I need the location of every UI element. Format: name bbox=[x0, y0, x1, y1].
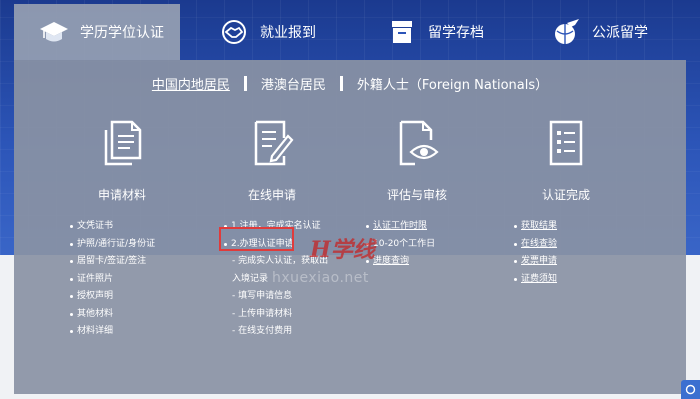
chat-icon bbox=[685, 384, 696, 395]
list-item: 证件照片 bbox=[70, 271, 155, 289]
progress-query-link[interactable]: 进度查询 bbox=[366, 253, 435, 271]
fee-notice-link[interactable]: 证费须知 bbox=[514, 271, 557, 289]
floating-service-button[interactable] bbox=[681, 380, 700, 399]
materials-list: 文凭证书 护照/通行证/身份证 居留卡/签证/签注 证件照片 授权声明 其他材料… bbox=[70, 218, 155, 341]
watermark-url: hxuexiao.net bbox=[272, 270, 369, 286]
online-verify-link[interactable]: 在线查验 bbox=[514, 236, 557, 254]
top-navigation: 学历学位认证 就业报到 留学存档 公派留学 bbox=[0, 0, 700, 60]
verification-panel: 中国内地居民 港澳台居民 外籍人士（Foreign Nationals） 申请材… bbox=[14, 60, 686, 394]
checklist-icon bbox=[549, 120, 583, 166]
get-result-link[interactable]: 获取结果 bbox=[514, 218, 557, 236]
residency-option-mainland[interactable]: 中国内地居民 bbox=[152, 74, 230, 93]
archive-box-icon bbox=[386, 18, 418, 46]
complete-list: 获取结果 在线查验 发票申请 证费须知 bbox=[514, 218, 557, 288]
tab-employment-report[interactable]: 就业报到 bbox=[218, 4, 338, 60]
review-list: 认证工作时限 10-20个工作日 进度查询 bbox=[366, 218, 435, 271]
list-item: - 填写申请信息 bbox=[232, 291, 293, 301]
list-item: 护照/通行证/身份证 bbox=[70, 236, 155, 254]
tab-label: 就业报到 bbox=[260, 25, 316, 41]
tab-label: 留学存档 bbox=[428, 25, 484, 41]
handshake-icon bbox=[218, 18, 250, 46]
step-label: 认证完成 bbox=[541, 188, 590, 202]
list-item: 授权声明 bbox=[70, 288, 155, 306]
tab-label: 公派留学 bbox=[592, 25, 648, 41]
document-eye-icon bbox=[399, 120, 439, 166]
residency-option-foreign[interactable]: 外籍人士（Foreign Nationals） bbox=[357, 74, 548, 93]
tab-label: 学历学位认证 bbox=[80, 25, 164, 41]
list-item: 其他材料 bbox=[70, 306, 155, 324]
materials-detail-link[interactable]: 材料详细 bbox=[70, 323, 155, 341]
list-item: 居留卡/签证/签注 bbox=[70, 253, 155, 271]
residency-selector: 中国内地居民 港澳台居民 外籍人士（Foreign Nationals） bbox=[14, 74, 686, 93]
invoice-request-link[interactable]: 发票申请 bbox=[514, 253, 557, 271]
step-review: 评估与审核 bbox=[357, 118, 477, 203]
verification-time-limit-link[interactable]: 认证工作时限 bbox=[366, 218, 435, 236]
step-label: 申请材料 bbox=[97, 188, 146, 202]
residency-option-hk-macao-taiwan[interactable]: 港澳台居民 bbox=[261, 74, 326, 93]
tab-degree-verification[interactable]: 学历学位认证 bbox=[14, 4, 180, 60]
list-item: 文凭证书 bbox=[70, 218, 155, 236]
step-complete: 认证完成 bbox=[506, 118, 626, 203]
plane-globe-icon bbox=[550, 18, 582, 46]
form-edit-icon bbox=[254, 120, 294, 166]
step-label: 在线申请 bbox=[247, 188, 296, 202]
graduation-cap-icon bbox=[38, 18, 70, 46]
list-item: - 上传申请材料 bbox=[232, 308, 293, 319]
list-item: - 在线支付费用 bbox=[232, 326, 293, 336]
step-label: 评估与审核 bbox=[386, 188, 447, 202]
tab-government-study-abroad[interactable]: 公派留学 bbox=[550, 4, 670, 60]
step-materials: 申请材料 bbox=[62, 118, 182, 203]
divider bbox=[243, 76, 247, 91]
watermark-script: H学线 bbox=[310, 237, 375, 263]
tab-study-abroad-archive[interactable]: 留学存档 bbox=[386, 4, 506, 60]
list-item: 10-20个工作日 bbox=[366, 236, 435, 254]
documents-icon bbox=[104, 120, 142, 166]
step-online-application: 在线申请 bbox=[212, 118, 332, 203]
divider bbox=[339, 76, 343, 91]
highlight-box bbox=[219, 227, 294, 251]
